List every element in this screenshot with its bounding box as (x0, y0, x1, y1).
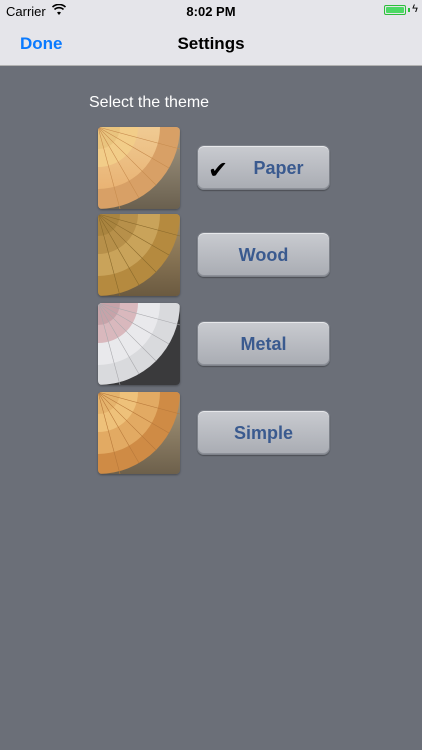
wood-theme-button[interactable]: Wood (197, 232, 330, 277)
paper-button-label: Paper (253, 158, 304, 178)
theme-row-metal: Metal (98, 303, 338, 387)
status-bar: Carrier 8:02 PM ϟ (0, 0, 422, 22)
battery-tip (408, 8, 410, 12)
page-title: Settings (177, 34, 245, 53)
wood-theme-thumbnail[interactable] (98, 214, 180, 296)
theme-row-simple: Simple (98, 392, 338, 476)
theme-row-wood: Wood (98, 214, 338, 298)
paper-theme-thumbnail[interactable] (98, 127, 180, 209)
check-icon: ✔ (208, 157, 229, 184)
metal-theme-button[interactable]: Metal (197, 321, 330, 366)
wood-button-label: Wood (238, 245, 289, 265)
paper-theme-button[interactable]: ✔ Paper (197, 145, 330, 190)
simple-theme-button[interactable]: Simple (197, 410, 330, 455)
theme-row-paper: ✔ Paper (98, 127, 338, 211)
charging-icon: ϟ (412, 3, 418, 15)
status-time: 8:02 PM (186, 4, 236, 19)
metal-button-label: Metal (240, 334, 287, 354)
simple-theme-thumbnail[interactable] (98, 392, 180, 474)
simple-button-label: Simple (233, 423, 294, 443)
battery-icon (384, 5, 406, 15)
theme-section-label: Select the theme (89, 94, 210, 111)
metal-theme-thumbnail[interactable] (98, 303, 180, 385)
navigation-bar: Done Settings (0, 22, 422, 66)
